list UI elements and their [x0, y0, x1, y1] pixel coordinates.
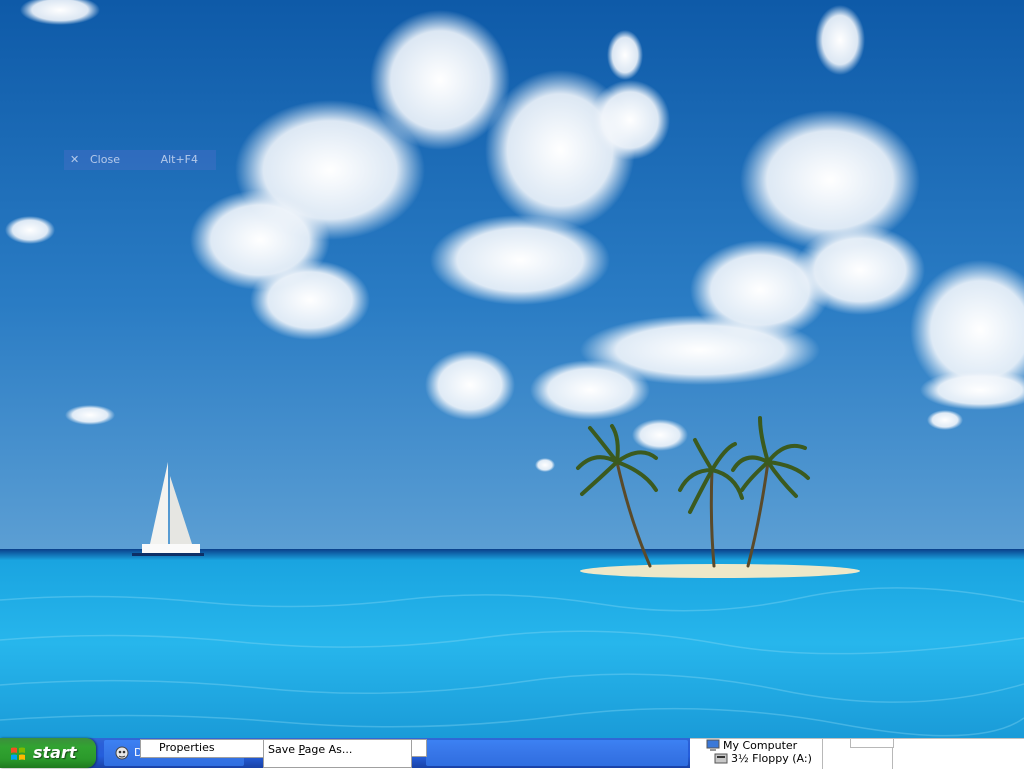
floppy-drive-icon — [714, 753, 728, 764]
my-computer-item[interactable]: My Computer — [706, 739, 797, 752]
island — [580, 564, 860, 578]
taskbar-button-active[interactable] — [426, 740, 688, 766]
my-computer-label: My Computer — [723, 739, 798, 752]
properties-label: Properties — [159, 741, 215, 754]
menu-fragment — [411, 739, 427, 757]
close-accelerator: Alt+F4 — [160, 153, 198, 166]
close-menu-item[interactable]: ✕ Close Alt+F4 — [64, 150, 216, 170]
start-button[interactable]: start — [0, 738, 96, 768]
explorer-panel: My Computer 3½ Floppy (A:) — [690, 738, 1024, 769]
properties-menu-item[interactable]: Properties — [140, 739, 266, 758]
close-icon: ✕ — [70, 153, 80, 166]
save-page-as-menu-item[interactable]: Save Page As... — [263, 739, 412, 768]
column-box — [850, 739, 894, 748]
app-icon — [115, 746, 129, 760]
windows-flag-icon — [11, 747, 25, 760]
desktop-wallpaper — [0, 0, 1024, 768]
start-label: start — [33, 743, 77, 762]
floppy-drive-label: 3½ Floppy (A:) — [731, 752, 812, 765]
computer-icon — [706, 739, 720, 751]
floppy-drive-item[interactable]: 3½ Floppy (A:) — [714, 752, 812, 765]
divider — [822, 739, 823, 769]
save-page-as-label: Save Page As... — [268, 743, 353, 756]
close-label: Close — [90, 153, 120, 166]
